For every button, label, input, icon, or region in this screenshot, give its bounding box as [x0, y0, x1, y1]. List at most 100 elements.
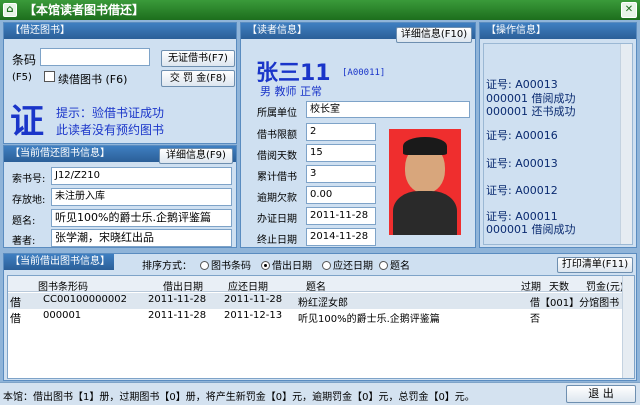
reader-field-label: 办证日期: [257, 214, 297, 225]
book-detail-button[interactable]: 详细信息(F9): [159, 148, 233, 164]
borrow-panel: 【借还图书】 条码 无证借书(F7) (F5) 续借图书 (F6) 交 罚 金(…: [3, 22, 237, 144]
reader-panel: 【读者信息】 详细信息(F10) 张三11 [A00011] 男 教师 正常 所…: [240, 22, 476, 248]
grid-cell-type: 借: [10, 312, 21, 325]
sort-option-label: 图书条码: [211, 261, 251, 272]
reader-field-label: 借阅天数: [257, 151, 297, 162]
sort-option-label: 应还日期: [333, 261, 373, 272]
radio-icon[interactable]: [379, 261, 388, 270]
reader-photo: [389, 129, 461, 235]
sort-option-label: 题名: [390, 261, 410, 272]
grid-column-header[interactable]: 过期: [521, 278, 541, 293]
radio-icon[interactable]: [322, 261, 331, 270]
no-card-borrow-button[interactable]: 无证借书(F7): [161, 50, 235, 67]
ops-line[interactable]: 000001 借阅成功: [486, 92, 616, 106]
grid-cell-out: 2011-11-28: [148, 310, 207, 321]
radio-icon[interactable]: [200, 261, 209, 270]
grid-column-header[interactable]: 天数: [549, 278, 569, 293]
sort-option[interactable]: 应还日期: [322, 257, 373, 272]
reader-field-value: 2011-11-28: [306, 207, 376, 225]
pay-fine-button[interactable]: 交 罚 金(F8): [161, 70, 235, 87]
tip-line-2: 此读者没有预约图书: [56, 123, 165, 137]
book-field-label: 存放地:: [12, 195, 46, 206]
f5-label: (F5): [12, 72, 32, 83]
radio-icon[interactable]: [261, 261, 270, 270]
book-field-value: J12/Z210: [51, 167, 232, 185]
title-bar: ⌂ 【本馆读者图书借还】 ✕: [0, 0, 640, 20]
book-field-label: 索书号:: [12, 174, 46, 185]
ops-panel-header: 【操作信息】: [480, 23, 636, 39]
reader-field-label: 终止日期: [257, 235, 297, 246]
ops-line[interactable]: 000001 借阅成功: [486, 223, 616, 237]
reader-unit-label: 所属单位: [257, 108, 297, 119]
reader-field-value: 0.00: [306, 186, 376, 204]
tip-line-1: 提示：验借书证成功: [56, 106, 165, 120]
window-title: 【本馆读者图书借还】: [24, 3, 145, 17]
reader-field-label: 累计借书: [257, 172, 297, 183]
renew-checkbox[interactable]: [44, 71, 55, 82]
grid-cell-due: 2011-11-28: [224, 294, 283, 305]
barcode-input[interactable]: [40, 48, 150, 66]
grid-cell-barcode: CC00100000002: [43, 294, 127, 305]
grid-cell-title: 粉红涩女郎: [298, 298, 348, 309]
grid-cell-barcode: 000001: [43, 310, 82, 321]
ops-panel: 【操作信息】 证号: A00013 000001 借阅成功 000001 还书成…: [479, 22, 637, 248]
sort-option-label: 借出日期: [272, 261, 312, 272]
print-list-button[interactable]: 打印清单(F11): [557, 257, 633, 273]
reader-field-value: 2014-11-28: [306, 228, 376, 246]
reader-detail-button[interactable]: 详细信息(F10): [396, 27, 472, 43]
exit-button[interactable]: 退 出: [566, 385, 636, 403]
barcode-label: 条码: [12, 53, 37, 67]
reader-field-value: 3: [306, 165, 376, 183]
ops-line[interactable]: 证号: A00016: [486, 129, 616, 143]
book-panel: 【当前借还图书信息】 详细信息(F9) 索书号: J12/Z210 存放地: 未注册入…: [3, 145, 237, 248]
table-row[interactable]: 借 CC00100000002 2011-11-28 2011-11-28 粉红涩女郎 借…: [8, 293, 622, 309]
status-text: 本馆：借出图书【1】册，过期图书【0】册，将产生新罚金【0】元，逾期罚金【0】元…: [3, 392, 475, 403]
borrow-panel-header: 【借还图书】: [4, 23, 236, 39]
sort-option[interactable]: 题名: [379, 257, 410, 272]
ops-scrollbar[interactable]: [620, 44, 632, 244]
grid-column-header[interactable]: 应还日期: [228, 278, 268, 293]
main-window: ⌂ 【本馆读者图书借还】 ✕ 【借还图书】 条码 无证借书(F7) (F5) 续…: [0, 0, 640, 405]
grid-column-header[interactable]: 图书条形码: [38, 278, 88, 293]
renew-label: 续借图书 (F6): [58, 73, 128, 86]
grid-cell-overdue: 借【001】分馆图书: [530, 298, 620, 309]
reader-field-label: 借书限额: [257, 130, 297, 141]
borrowed-list-header: 【当前借出图书信息】: [4, 254, 114, 270]
ops-list[interactable]: 证号: A00013 000001 借阅成功 000001 还书成功 证号: A0…: [483, 43, 633, 245]
card-verified-icon: 证: [10, 102, 44, 142]
reader-subinfo: 男 教师 正常: [260, 85, 322, 98]
grid-column-header[interactable]: 题名: [306, 278, 326, 293]
book-field-value: 张学潮，宋晓红出品: [51, 229, 232, 247]
reader-field-label: 逾期欠款: [257, 193, 297, 204]
grid-cell-overdue: 否: [530, 314, 540, 325]
grid-column-header[interactable]: 借出日期: [163, 278, 203, 293]
grid-column-header[interactable]: 罚金(元): [586, 278, 624, 293]
reader-field-value: 15: [306, 144, 376, 162]
status-bar: 本馆：借出图书【1】册，过期图书【0】册，将产生新罚金【0】元，逾期罚金【0】元…: [0, 382, 640, 405]
book-field-label: 题名:: [12, 216, 36, 227]
grid-cell-title: 听见100%的爵士乐.企鹅评鉴篇: [298, 314, 440, 325]
grid-cell-out: 2011-11-28: [148, 294, 207, 305]
book-field-value: 未注册入库: [51, 188, 232, 206]
sort-label: 排序方式：: [142, 261, 192, 272]
ops-line[interactable]: 000001 还书成功: [486, 105, 616, 119]
grid-cell-due: 2011-12-13: [224, 310, 283, 321]
ops-line[interactable]: 证号: A00013: [486, 157, 616, 171]
app-icon: ⌂: [3, 3, 17, 17]
sort-option[interactable]: 图书条码: [200, 257, 251, 272]
reader-field-value: 2: [306, 123, 376, 141]
borrowed-list-panel: 【当前借出图书信息】 排序方式： 图书条码 借出日期 应还日期 题名 打印清单(F11…: [3, 253, 637, 381]
book-field-value: 听见100%的爵士乐.企鹅评鉴篇: [51, 209, 232, 227]
ops-line[interactable]: 证号: A00012: [486, 184, 616, 198]
grid-cell-type: 借: [10, 296, 21, 309]
ops-line[interactable]: 证号: A00011: [486, 210, 616, 224]
close-button[interactable]: ✕: [621, 2, 637, 18]
grid-scrollbar[interactable]: [622, 276, 634, 378]
ops-line[interactable]: 证号: A00013: [486, 78, 616, 92]
sort-option[interactable]: 借出日期: [261, 257, 312, 272]
reader-id: [A00011]: [342, 68, 386, 78]
table-row[interactable]: 借 000001 2011-11-28 2011-12-13 听见100%的爵士乐.企鹅…: [8, 309, 622, 325]
book-field-label: 著者:: [12, 236, 36, 247]
borrowed-grid[interactable]: 图书条形码 借出日期 应还日期 题名 过期 天数 罚金(元) 借 CC00100000002 2…: [7, 275, 635, 379]
reader-unit-value: 校长室: [306, 101, 470, 118]
